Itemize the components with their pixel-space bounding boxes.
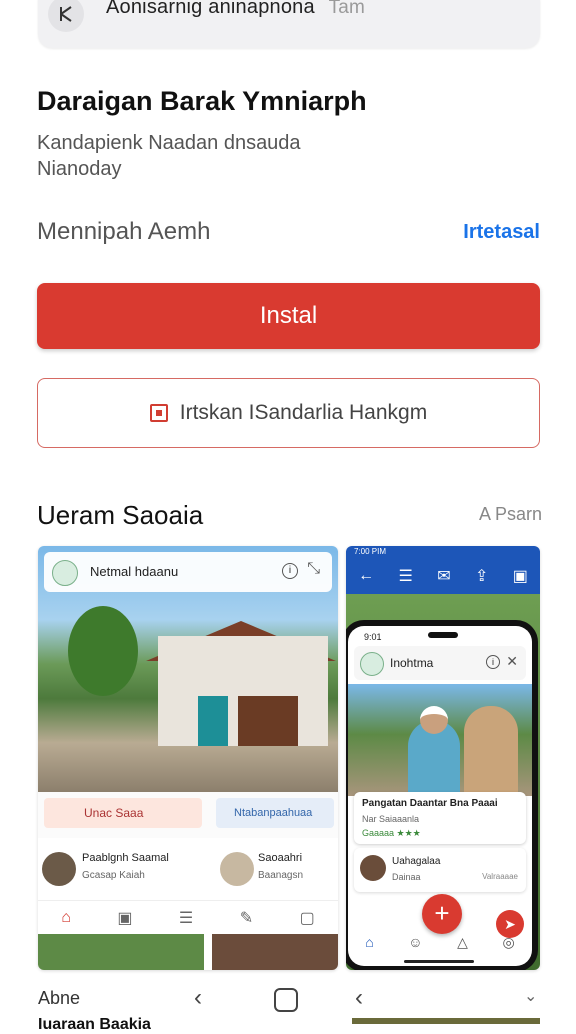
app-logo-icon xyxy=(52,560,78,586)
section-title: Ueram Saoaia xyxy=(37,500,204,530)
shot1-thumbnails xyxy=(38,934,338,970)
share-icon: ⇪ xyxy=(474,568,489,585)
screenshot-1[interactable]: Netmal hdaanu i ⤡ Unac Saaa Ntabanpaahua… xyxy=(38,546,338,970)
search-bar[interactable]: Aonisarnig aninapnona Tam xyxy=(38,0,540,48)
book-icon: ▣ xyxy=(117,910,133,927)
back-chevron-icon[interactable]: ‹ xyxy=(355,984,363,1012)
shot1-person2-sub: Baanagsn xyxy=(258,870,304,881)
shot1-person2-name: Saoaahri xyxy=(258,852,303,864)
shot1-pill-right: Ntabanpaahuaa xyxy=(216,798,334,828)
close-icon: ✕ xyxy=(506,653,518,669)
phone-status-time: 9:01 xyxy=(364,632,382,642)
shot1-person1-name: Paablgnh Saamal xyxy=(82,852,169,864)
grid-icon: ▣ xyxy=(512,568,528,585)
home-icon: ⌂ xyxy=(365,934,374,950)
rating-label: Mennipah Aemh xyxy=(37,218,211,245)
shot1-person1-sub: Gcasap Kaiah xyxy=(82,870,145,881)
section-link[interactable]: A Psarn xyxy=(479,504,542,525)
thumbnail xyxy=(38,934,204,970)
search-query-suffix: Tam xyxy=(328,0,366,18)
phone-list-sub: Dainaa xyxy=(392,872,421,882)
bell-icon: △ xyxy=(457,933,468,950)
shot2-app-bar: ← ☰ ✉ ⇪ ▣ xyxy=(346,558,540,594)
menu-icon: ☰ xyxy=(398,568,413,585)
phone-notch xyxy=(428,632,458,638)
person-figure xyxy=(408,706,460,796)
back-chevron-icon[interactable]: ‹ xyxy=(194,984,202,1012)
phone-list-right: Valraaaae xyxy=(482,872,518,881)
phone-card-sub: Nar Saiaaanla xyxy=(362,814,420,824)
shot1-tab-bar: ⌂ ▣ ☰ ✎ ▢ xyxy=(38,900,338,935)
rating-link[interactable]: Irtetasal xyxy=(463,221,540,244)
install-button[interactable]: Instal xyxy=(37,283,540,349)
home-icon: ⌂ xyxy=(61,909,71,926)
avatar xyxy=(360,855,386,881)
house-window xyxy=(238,696,298,746)
phone-card-meta: Gaaaaa ★★★ xyxy=(362,828,421,838)
phone-card-title: Pangatan Daantar Bna Paaai xyxy=(362,798,498,809)
shot1-people-row: Paablgnh Saamal Gcasap Kaiah Saoaahri Ba… xyxy=(38,844,338,896)
chevron-down-icon[interactable]: ⌄ xyxy=(524,986,537,1006)
phone-info-card: Pangatan Daantar Bna Paaai Nar Saiaaanla… xyxy=(354,792,526,844)
next-section-title: Iuaraan Baakia xyxy=(38,1016,151,1033)
shot1-pill-row: Unac Saaa Ntabanpaahuaa xyxy=(38,792,338,838)
app-logo-icon xyxy=(360,652,384,676)
shot1-header: Netmal hdaanu i ⤡ xyxy=(44,552,332,592)
people-icon: ☺ xyxy=(408,934,423,950)
phone-header: Inohtma i ✕ xyxy=(354,646,526,680)
secondary-action-button[interactable]: Irtskan ISandarlia Hankgm xyxy=(37,378,540,448)
search-back-icon xyxy=(60,6,72,22)
avatar xyxy=(220,852,254,886)
shot2-status-bar: 7:00 PIM xyxy=(346,546,540,558)
phone-photo xyxy=(348,684,532,796)
home-button-icon[interactable] xyxy=(274,988,298,1012)
profile-icon: ◎ xyxy=(502,933,515,950)
phone-list-item: Uahagalaa Dainaa Valraaaae xyxy=(354,848,526,892)
thumbnail xyxy=(212,934,338,970)
secondary-action-label: Irtskan ISandarlia Hankgm xyxy=(179,401,428,424)
collapse-icon: ⤡ xyxy=(307,560,320,577)
developer-name[interactable]: Kandapienk Naadan dnsauda Nianoday xyxy=(37,130,337,182)
system-nav-bar: Abne ‹ ‹ ⌄ xyxy=(0,976,576,1020)
shot1-header-title: Netmal hdaanu xyxy=(90,564,179,579)
avatar xyxy=(42,852,76,886)
info-icon: i xyxy=(486,655,500,669)
next-section-image xyxy=(352,1018,540,1024)
device-icon xyxy=(149,404,168,422)
chat-icon: ✉ xyxy=(437,568,451,585)
shot1-pill-left: Unac Saaa xyxy=(44,798,202,828)
system-nav-label: Abne xyxy=(38,988,81,1008)
info-icon: i xyxy=(282,563,298,579)
back-arrow-icon: ← xyxy=(358,567,375,584)
app-title: Daraigan Barak Ymniarph xyxy=(37,86,367,116)
palm-tree xyxy=(68,606,138,696)
person-figure xyxy=(464,706,518,796)
phone-list-name: Uahagalaa xyxy=(392,856,441,867)
search-query-text: Aonisarnig aninapnona xyxy=(106,0,315,18)
pen-icon: ✎ xyxy=(239,910,254,927)
screenshot-2[interactable]: 7:00 PIM ← ☰ ✉ ⇪ ▣ 9:01 Inohtma i ✕ Pang… xyxy=(346,546,540,970)
phone-header-title: Inohtma xyxy=(390,656,434,670)
phone-nav-bar: ⌂ ☺ △ ◎ xyxy=(348,928,532,956)
back-button[interactable] xyxy=(48,0,84,32)
phone-screen: 9:01 Inohtma i ✕ Pangatan Daantar Bna Pa… xyxy=(348,626,532,966)
image-icon: ▢ xyxy=(299,910,315,927)
list-icon: ☰ xyxy=(178,910,194,927)
house-door xyxy=(198,696,228,746)
search-query[interactable]: Aonisarnig aninapnona Tam xyxy=(106,0,365,19)
phone-mockup: 9:01 Inohtma i ✕ Pangatan Daantar Bna Pa… xyxy=(346,620,538,970)
home-indicator xyxy=(404,960,474,963)
